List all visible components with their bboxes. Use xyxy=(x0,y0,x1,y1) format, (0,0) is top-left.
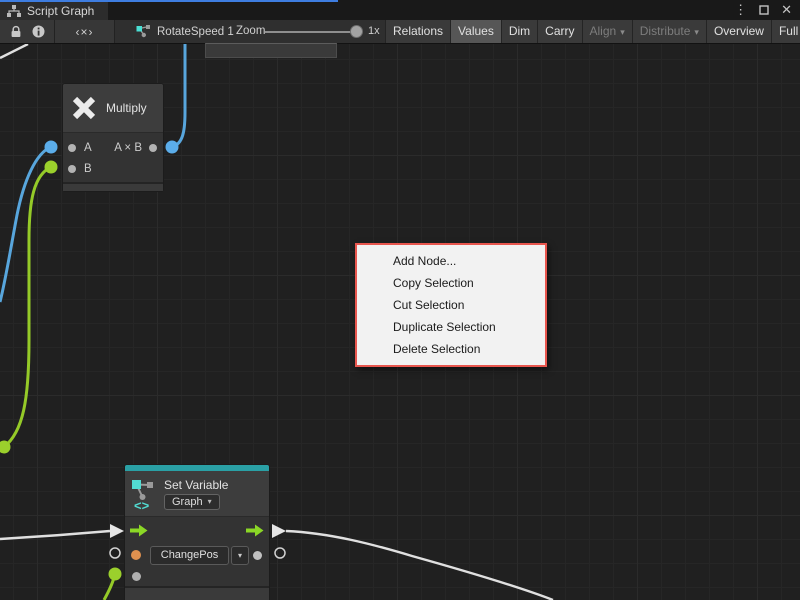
flow-arrowhead-icon xyxy=(110,524,124,538)
menu-item-copy-selection[interactable]: Copy Selection xyxy=(357,272,545,294)
setvar-title-block: Set Variable Graph ▾ xyxy=(164,478,228,510)
port-row: B xyxy=(63,158,163,179)
variable-port-row: ChangePos ▾ xyxy=(125,543,269,567)
variable-name: ChangePos xyxy=(161,549,219,561)
wire-flow-topleft[interactable] xyxy=(0,44,28,58)
value-input-port[interactable] xyxy=(132,572,141,581)
input-port-b[interactable] xyxy=(68,165,76,173)
wire-endpoint-ball-green xyxy=(45,161,58,174)
variable-scope-dropdown[interactable]: Graph ▾ xyxy=(164,494,220,510)
toolbar-button-group: Relations Values Dim Carry Align▾ Distri… xyxy=(385,20,800,43)
distribute-button: Distribute▾ xyxy=(632,20,706,43)
window-close-icon[interactable]: ✕ xyxy=(781,0,792,20)
code-icon: ‹×› xyxy=(76,25,94,39)
secondary-port-row xyxy=(125,567,269,586)
variable-dropdown-button[interactable]: ▾ xyxy=(231,546,249,565)
flow-in-arrow-icon[interactable] xyxy=(130,524,148,537)
graph-reference-label: RotateSpeed 1 xyxy=(157,26,234,38)
menu-item-add-node[interactable]: Add Node... xyxy=(357,250,545,272)
scope-value: Graph xyxy=(172,496,203,508)
wire-endpoint-ball-green xyxy=(0,441,11,454)
zoom-slider-knob[interactable] xyxy=(350,25,363,38)
overview-button[interactable]: Overview xyxy=(706,20,771,43)
wire-value-multiply-output[interactable] xyxy=(172,44,185,147)
setvar-footer xyxy=(125,586,269,600)
port-label: A xyxy=(84,142,92,154)
variable-input-port[interactable] xyxy=(131,550,141,560)
value-output-port[interactable] xyxy=(253,551,262,560)
code-view-button[interactable]: ‹×› xyxy=(55,20,115,43)
wire-flow-setvar-in[interactable] xyxy=(0,531,110,539)
tab-bar: Script Graph ⋮ ✕ xyxy=(0,0,800,20)
multiply-x-icon xyxy=(71,95,97,121)
variable-name-dropdown[interactable]: ChangePos xyxy=(150,546,229,565)
setvar-header: <> Set Variable Graph ▾ xyxy=(125,471,269,516)
dropdown-arrow-icon: ▾ xyxy=(208,497,212,506)
node-set-variable[interactable]: <> Set Variable Graph ▾ xyxy=(125,465,269,600)
window-menu-icon[interactable]: ⋮ xyxy=(734,0,747,20)
output-port-axb[interactable] xyxy=(149,144,157,152)
node-multiply[interactable]: Multiply A A × B B xyxy=(63,84,163,191)
empty-port-ring[interactable] xyxy=(110,548,120,558)
wire-value-setvar-lower[interactable] xyxy=(104,574,115,600)
tab-title: Script Graph xyxy=(27,4,94,18)
window-maximize-icon[interactable] xyxy=(759,5,769,15)
lock-icon[interactable] xyxy=(10,25,22,38)
unity-script-graph-window: Script Graph ⋮ ✕ ‹×› xyxy=(0,0,800,600)
full-screen-button[interactable]: Full Screen xyxy=(771,20,800,43)
mini-graph-icon xyxy=(136,25,151,38)
menu-item-delete-selection[interactable]: Delete Selection xyxy=(357,338,545,360)
wire-flow-setvar-out[interactable] xyxy=(286,531,553,600)
flow-out-arrow-icon[interactable] xyxy=(246,524,264,537)
dropdown-arrow-icon: ▾ xyxy=(694,27,699,37)
empty-port-ring[interactable] xyxy=(275,548,285,558)
zoom-value: 1x xyxy=(368,25,380,37)
menu-item-duplicate-selection[interactable]: Duplicate Selection xyxy=(357,316,545,338)
dim-button[interactable]: Dim xyxy=(501,20,537,43)
port-row: A A × B xyxy=(63,137,163,158)
tab-script-graph[interactable]: Script Graph xyxy=(0,2,108,20)
setvar-body: ChangePos ▾ xyxy=(125,516,269,586)
dropdown-arrow-icon: ▾ xyxy=(238,551,242,560)
zoom-label: Zoom xyxy=(236,25,265,37)
flow-arrowhead-icon xyxy=(272,524,286,538)
input-port-a[interactable] xyxy=(68,144,76,152)
zoom-slider-track[interactable] xyxy=(265,31,357,33)
wire-value-multiply-input-b[interactable] xyxy=(4,167,51,447)
multiply-header: Multiply xyxy=(63,84,163,132)
wire-endpoint-ball-blue xyxy=(45,141,58,154)
svg-text:<>: <> xyxy=(134,498,150,511)
graph-reference[interactable]: RotateSpeed 1 xyxy=(136,20,234,43)
graph-hierarchy-icon xyxy=(7,5,21,18)
port-label: A × B xyxy=(114,142,142,154)
wire-endpoint-ball-green xyxy=(109,568,122,581)
flow-port-row xyxy=(125,517,269,543)
multiply-footer xyxy=(63,182,163,191)
graph-breadcrumb-box[interactable] xyxy=(205,43,337,58)
carry-button[interactable]: Carry xyxy=(537,20,581,43)
graph-canvas[interactable]: Multiply A A × B B xyxy=(0,44,800,600)
wire-endpoint-ball-blue xyxy=(166,141,179,154)
info-icon[interactable] xyxy=(32,25,45,38)
node-title: Set Variable xyxy=(164,478,228,492)
dropdown-arrow-icon: ▾ xyxy=(620,27,625,37)
graph-toolbar: ‹×› RotateSpeed 1 Zoom 1x Relations Valu… xyxy=(0,20,800,44)
window-controls: ⋮ ✕ xyxy=(734,0,792,20)
relations-button[interactable]: Relations xyxy=(385,20,450,43)
values-button[interactable]: Values xyxy=(450,20,501,43)
align-button: Align▾ xyxy=(582,20,632,43)
port-label: B xyxy=(84,163,92,175)
context-menu: Add Node... Copy Selection Cut Selection… xyxy=(355,243,547,367)
toolbar-left-group xyxy=(0,20,55,43)
menu-item-cut-selection[interactable]: Cut Selection xyxy=(357,294,545,316)
set-variable-icon: <> xyxy=(131,477,157,511)
node-title: Multiply xyxy=(106,101,147,115)
wire-value-multiply-input-a[interactable] xyxy=(0,147,51,302)
multiply-body: A A × B B xyxy=(63,132,163,182)
toolbar-middle-group: RotateSpeed 1 Zoom 1x xyxy=(128,20,385,43)
